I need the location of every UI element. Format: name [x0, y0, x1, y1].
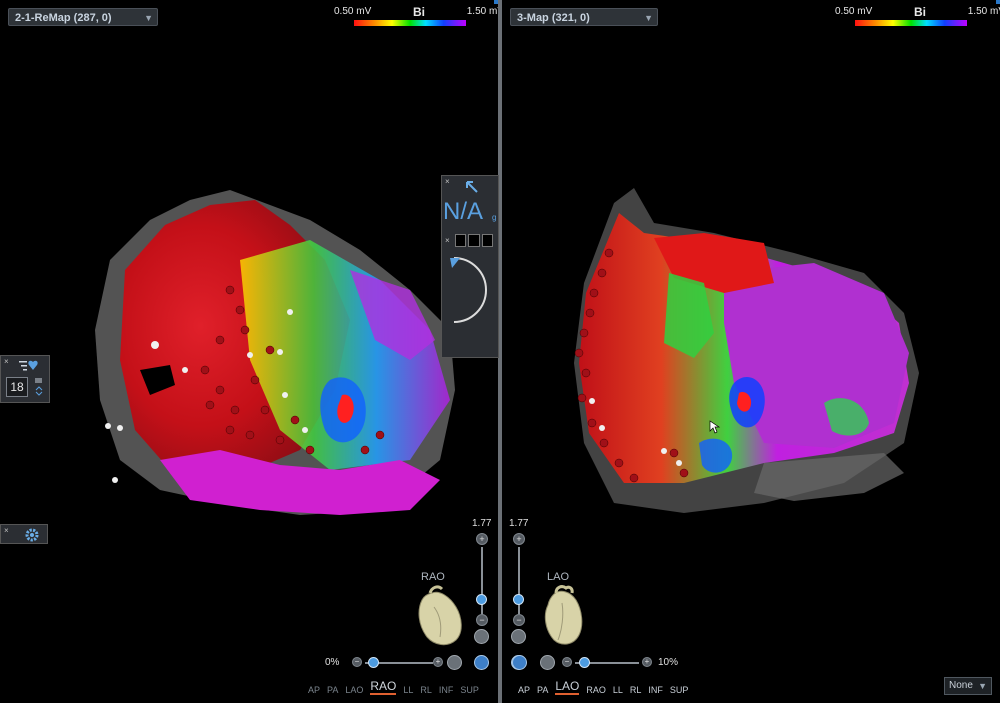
heart-view-button[interactable] — [474, 629, 489, 644]
chevron-down-icon: ▼ — [144, 13, 153, 23]
view-ll[interactable]: LL — [403, 685, 413, 695]
value-subscript: g — [492, 213, 497, 222]
map-select-left[interactable]: 2-1-ReMap (287, 0) ▼ — [8, 8, 158, 26]
count-spinner-icon[interactable] — [35, 378, 43, 396]
zoom-knob[interactable] — [368, 657, 379, 668]
scale-down-button[interactable]: − — [476, 614, 488, 626]
colorbar-gradient — [855, 20, 967, 26]
colorbar-gradient — [354, 20, 466, 26]
zoom-percent: 10% — [658, 657, 679, 668]
heart-filter-icon[interactable] — [19, 359, 41, 373]
indicator-box — [455, 234, 467, 247]
colorbar-min-label: 0.50 mV — [835, 6, 873, 17]
value-text: N/A — [443, 198, 484, 225]
view-pa[interactable]: PA — [327, 685, 338, 695]
zoom-in-button[interactable]: + — [642, 657, 652, 667]
side-widget: × 18 — [0, 355, 50, 403]
zoom-percent: 0% — [325, 657, 340, 668]
scale-knob[interactable] — [513, 594, 524, 605]
voltage-colorbar: 0.50 mV Bi 1.50 mV — [835, 5, 1000, 30]
reset-view-button[interactable] — [540, 655, 555, 670]
zoom-row: 0% − + — [325, 655, 498, 670]
map-select-label: 2-1-ReMap (287, 0) — [15, 12, 112, 24]
close-icon[interactable]: × — [445, 177, 450, 186]
settings-widget: × — [0, 524, 48, 544]
map-select-label: 3-Map (321, 0) — [517, 12, 590, 24]
chevron-down-icon: ▼ — [978, 681, 987, 691]
zoom-out-button[interactable]: − — [352, 657, 362, 667]
close-icon[interactable]: × — [4, 357, 9, 366]
indicator-box — [481, 234, 493, 247]
zoom-out-button[interactable]: − — [562, 657, 572, 667]
scale-down-button[interactable]: − — [513, 614, 525, 626]
heart-orientation-icon[interactable] — [540, 585, 585, 650]
view-sup[interactable]: SUP — [670, 685, 689, 695]
zoom-knob[interactable] — [579, 657, 590, 668]
view-rao[interactable]: RAO — [586, 685, 606, 695]
view-lao[interactable]: LAO — [345, 685, 363, 695]
center-indicator-panel: × N/A g × — [441, 175, 499, 358]
camera-label: RAO — [421, 571, 445, 583]
mouse-cursor-icon — [709, 420, 721, 434]
reset-view-button[interactable] — [447, 655, 462, 670]
view-ap[interactable]: AP — [308, 685, 320, 695]
left-map-view[interactable]: 2-1-ReMap (287, 0) ▼ 0.50 mV Bi 1.50 mV — [0, 0, 498, 703]
orientation-button[interactable] — [512, 655, 527, 670]
none-select-label: None — [949, 680, 973, 691]
close-icon[interactable]: × — [445, 236, 450, 245]
scale-up-button[interactable]: + — [513, 533, 525, 545]
colorbar-max-label: 1.50 mV — [466, 6, 498, 17]
view-sup[interactable]: SUP — [460, 685, 479, 695]
zoom-scale-label: 1.77 — [509, 518, 529, 529]
colorbar-max-label: 1.50 mV — [967, 6, 1000, 17]
view-presets: AP PA LAO RAO LL RL INF SUP — [308, 679, 479, 695]
anatomy-map-lao[interactable] — [564, 183, 929, 523]
view-pa[interactable]: PA — [537, 685, 548, 695]
map-select-right[interactable]: 3-Map (321, 0) ▼ — [510, 8, 658, 26]
zoom-in-button[interactable]: + — [433, 657, 443, 667]
zoom-row: − + 10% — [512, 655, 692, 670]
view-rl[interactable]: RL — [420, 685, 432, 695]
heart-orientation-icon[interactable] — [412, 585, 467, 650]
colorbar-name: Bi — [914, 5, 926, 19]
zoom-scale-label: 1.77 — [472, 518, 492, 529]
view-inf[interactable]: INF — [648, 685, 663, 695]
indicator-boxes — [455, 234, 493, 247]
view-inf[interactable]: INF — [439, 685, 454, 695]
none-select[interactable]: None ▼ — [944, 677, 992, 695]
scale-knob[interactable] — [476, 594, 487, 605]
heart-view-button[interactable] — [511, 629, 526, 644]
view-rao[interactable]: RAO — [370, 679, 397, 695]
arrow-up-left-icon — [466, 181, 478, 193]
voltage-colorbar: 0.50 mV Bi 1.50 mV — [334, 5, 498, 30]
view-ll[interactable]: LL — [613, 685, 623, 695]
corner-marker — [996, 0, 1000, 4]
close-icon[interactable]: × — [4, 526, 9, 535]
camera-label: LAO — [547, 571, 570, 583]
view-rl[interactable]: RL — [630, 685, 642, 695]
right-map-view[interactable]: 3-Map (321, 0) ▼ 0.50 mV Bi 1.50 mV — [502, 0, 1000, 703]
colorbar-min-label: 0.50 mV — [334, 6, 372, 17]
indicator-box — [468, 234, 480, 247]
arc-gauge-icon — [450, 257, 487, 323]
chevron-down-icon: ▼ — [644, 13, 653, 23]
scale-up-button[interactable]: + — [476, 533, 488, 545]
colorbar-name: Bi — [413, 5, 425, 19]
view-ap[interactable]: AP — [518, 685, 530, 695]
anatomy-map-rao[interactable] — [80, 180, 480, 525]
view-presets: AP PA LAO RAO LL RL INF SUP — [518, 679, 688, 695]
count-field[interactable]: 18 — [6, 377, 28, 397]
view-lao[interactable]: LAO — [555, 679, 580, 695]
gear-icon[interactable] — [23, 527, 41, 543]
